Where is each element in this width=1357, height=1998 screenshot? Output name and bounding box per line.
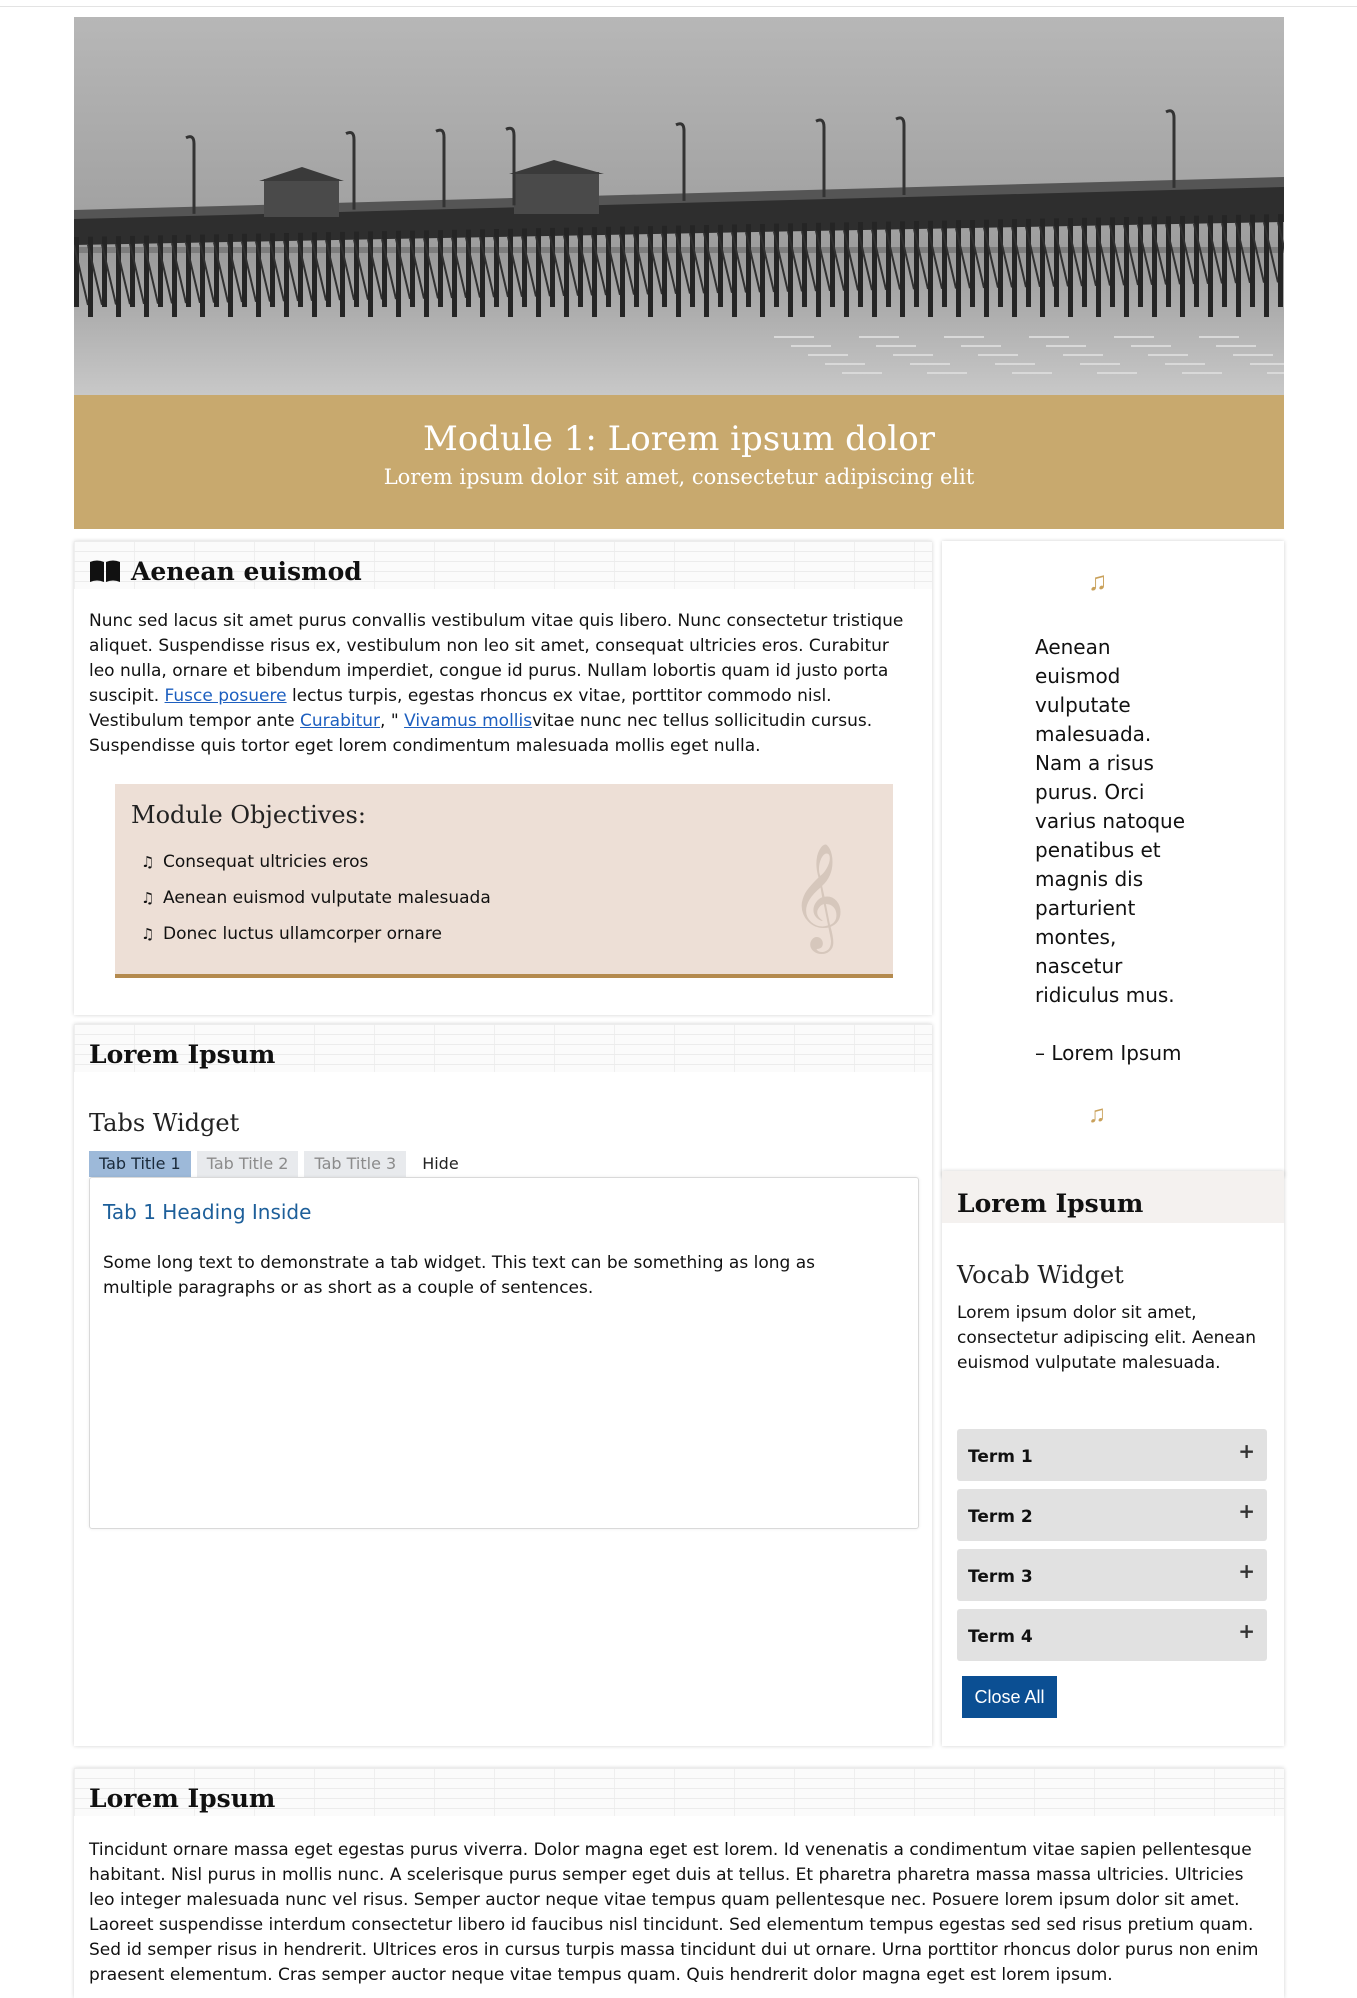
- treble-clef-icon: 𝄞: [790, 842, 845, 949]
- objective-text: Consequat ultricies eros: [163, 852, 369, 872]
- quote-attribution: – Lorem Ipsum: [1035, 1041, 1182, 1065]
- tab-bar: Tab Title 1 Tab Title 2 Tab Title 3 Hide: [89, 1151, 475, 1177]
- tabs-card-heading: Lorem Ipsum: [89, 1040, 276, 1069]
- module-subtitle: Lorem ipsum dolor sit amet, consectetur …: [383, 465, 975, 489]
- intro-paragraph: Nunc sed lacus sit amet purus convallis …: [89, 609, 919, 759]
- plus-icon: +: [1238, 1439, 1255, 1463]
- vocab-card: Lorem Ipsum Vocab Widget Lorem ipsum dol…: [942, 1171, 1284, 1746]
- tabs-card-header: Lorem Ipsum: [74, 1024, 932, 1072]
- objective-text: Aenean euismod vulputate malesuada: [163, 888, 491, 908]
- plus-icon: +: [1238, 1559, 1255, 1583]
- module-banner: Module 1: Lorem ipsum dolor Lorem ipsum …: [74, 395, 1284, 529]
- term-label: Term 3: [968, 1567, 1033, 1587]
- objective-item: ♫ Donec luctus ullamcorper ornare: [141, 922, 491, 958]
- term-accordion-3[interactable]: Term 3 +: [957, 1549, 1267, 1601]
- plus-icon: +: [1238, 1619, 1255, 1643]
- objective-text: Donec luctus ullamcorper ornare: [163, 924, 442, 944]
- tab-3[interactable]: Tab Title 3: [304, 1151, 407, 1177]
- link-fusce-posuere[interactable]: Fusce posuere: [165, 686, 287, 706]
- top-divider: [0, 6, 1357, 7]
- quote-text: Aenean euismod vulputate malesuada. Nam …: [1035, 635, 1186, 1007]
- module-objectives: Module Objectives: ♫ Consequat ultricies …: [115, 784, 893, 978]
- link-vivamus-mollis[interactable]: Vivamus mollis: [404, 711, 532, 731]
- objectives-title: Module Objectives:: [131, 801, 366, 829]
- objective-item: ♫ Consequat ultricies eros: [141, 850, 491, 886]
- term-accordion-2[interactable]: Term 2 +: [957, 1489, 1267, 1541]
- tabs-card: Lorem Ipsum Tabs Widget Tab Title 1 Tab …: [74, 1024, 932, 1746]
- music-note-icon: ♫: [141, 853, 155, 871]
- bottom-card-heading: Lorem Ipsum: [89, 1784, 276, 1813]
- music-note-icon: ♫: [1088, 566, 1108, 596]
- term-label: Term 4: [968, 1627, 1033, 1647]
- tab-panel-heading: Tab 1 Heading Inside: [103, 1200, 312, 1224]
- vocab-widget-title: Vocab Widget: [957, 1261, 1124, 1289]
- module-title: Module 1: Lorem ipsum dolor: [423, 419, 935, 459]
- objectives-list: ♫ Consequat ultricies eros ♫ Aenean euismo…: [141, 850, 491, 958]
- hide-tabs-button[interactable]: Hide: [412, 1151, 468, 1177]
- vocab-widget-text: Lorem ipsum dolor sit amet, consectetur …: [957, 1303, 1257, 1373]
- music-note-icon: ♫: [141, 889, 155, 907]
- intro-heading: Aenean euismod: [131, 557, 362, 586]
- bottom-card-header: Lorem Ipsum: [74, 1768, 1284, 1816]
- bottom-card-text: Tincidunt ornare massa eget egestas puru…: [89, 1840, 1259, 1985]
- plus-icon: +: [1238, 1499, 1255, 1523]
- tab-2[interactable]: Tab Title 2: [196, 1151, 299, 1177]
- term-accordion-4[interactable]: Term 4 +: [957, 1609, 1267, 1661]
- term-accordion-1[interactable]: Term 1 +: [957, 1429, 1267, 1481]
- book-open-icon: [89, 559, 121, 589]
- objective-item: ♫ Aenean euismod vulputate malesuada: [141, 886, 491, 922]
- term-label: Term 2: [968, 1507, 1033, 1527]
- vocab-card-heading: Lorem Ipsum: [957, 1189, 1144, 1218]
- music-note-icon: ♫: [141, 925, 155, 943]
- term-label: Term 1: [968, 1447, 1033, 1467]
- tab-panel: Tab 1 Heading Inside Some long text to d…: [89, 1177, 919, 1529]
- tab-panel-text: Some long text to demonstrate a tab widg…: [103, 1253, 815, 1298]
- music-notes-icon: ♫: [1088, 1101, 1106, 1128]
- close-all-button[interactable]: Close All: [962, 1676, 1057, 1718]
- intro-card-header: Aenean euismod: [74, 541, 932, 589]
- tabs-widget-title: Tabs Widget: [89, 1109, 240, 1137]
- quote-card: ♫ Aenean euismod vulputate malesuada. Na…: [942, 541, 1284, 1177]
- bottom-card: Lorem Ipsum Tincidunt ornare massa eget …: [74, 1768, 1284, 1998]
- vocab-card-header: Lorem Ipsum: [942, 1171, 1284, 1223]
- intro-card: Aenean euismod Nunc sed lacus sit amet p…: [74, 541, 932, 1015]
- hero-image: [74, 17, 1284, 395]
- link-curabitur[interactable]: Curabitur: [300, 711, 380, 731]
- intro-text-3: , ": [380, 711, 405, 731]
- tab-1[interactable]: Tab Title 1: [89, 1151, 191, 1177]
